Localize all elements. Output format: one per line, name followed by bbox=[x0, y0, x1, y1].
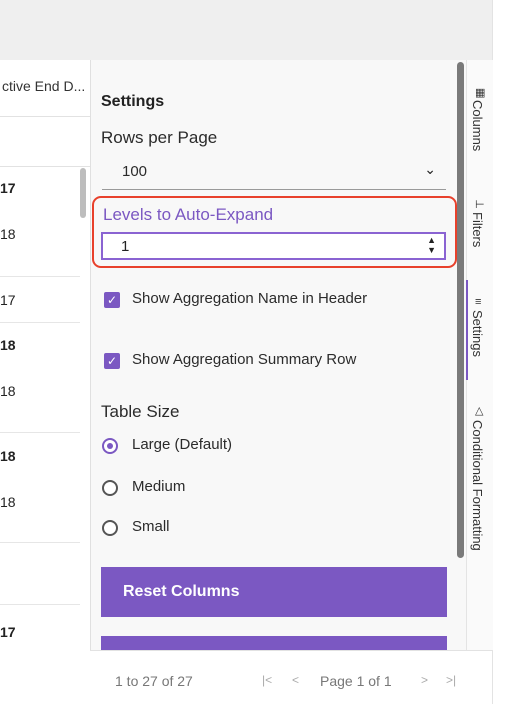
radio-icon[interactable] bbox=[102, 480, 118, 496]
grid-cell: 18 bbox=[0, 448, 16, 464]
tab-columns[interactable]: Columns bbox=[470, 100, 485, 151]
grid-cell: 17 bbox=[0, 180, 16, 196]
grid-cell: 18 bbox=[0, 383, 16, 399]
grid-cell: 18 bbox=[0, 337, 16, 353]
table-size-label: Table Size bbox=[101, 402, 180, 421]
grid-cell: 17 bbox=[0, 624, 16, 640]
settings-title: Settings bbox=[101, 93, 165, 110]
checkbox-checked-icon[interactable]: ✓ bbox=[104, 353, 120, 369]
levels-value: 1 bbox=[121, 238, 130, 255]
reset-columns-button[interactable]: Reset Columns bbox=[101, 567, 447, 617]
top-toolbar bbox=[0, 0, 492, 61]
page-indicator: Page 1 of 1 bbox=[320, 673, 392, 689]
row-divider bbox=[0, 432, 80, 433]
row-divider bbox=[0, 276, 80, 277]
last-page-icon[interactable]: >| bbox=[446, 673, 456, 687]
row-divider bbox=[0, 322, 80, 323]
number-stepper-icon[interactable]: ▲ ▼ bbox=[427, 235, 436, 255]
show-aggregation-summary-label: Show Aggregation Summary Row bbox=[132, 351, 357, 368]
tab-conditional-formatting[interactable]: Conditional Formatting bbox=[470, 420, 485, 551]
conditional-formatting-icon: △ bbox=[475, 405, 484, 417]
rows-per-page-select[interactable]: 100 ⌄ bbox=[102, 155, 446, 190]
panel-scrollbar[interactable] bbox=[457, 62, 464, 558]
column-filter-row bbox=[0, 116, 90, 167]
grid-cell: 17 bbox=[0, 292, 16, 308]
grid-cell: 18 bbox=[0, 226, 16, 242]
show-aggregation-name-label: Show Aggregation Name in Header bbox=[132, 290, 368, 307]
row-count: 1 to 27 of 27 bbox=[115, 673, 193, 689]
chevron-down-icon: ⌄ bbox=[424, 161, 436, 177]
table-size-medium-label: Medium bbox=[132, 478, 186, 495]
tab-settings[interactable]: Settings bbox=[470, 310, 485, 357]
radio-icon[interactable] bbox=[102, 520, 118, 536]
levels-to-auto-expand-input[interactable]: 1 ▲ ▼ bbox=[101, 232, 446, 260]
grid-cell: 18 bbox=[0, 494, 16, 510]
next-page-icon[interactable]: > bbox=[421, 673, 428, 687]
active-tab-indicator bbox=[466, 280, 468, 380]
column-header-label: ctive End D... bbox=[2, 78, 86, 94]
settings-icon: ≡ bbox=[475, 296, 482, 308]
row-divider bbox=[0, 604, 80, 605]
row-divider bbox=[0, 542, 80, 543]
column-header[interactable]: ctive End D... bbox=[0, 60, 90, 117]
tab-filters[interactable]: Filters bbox=[470, 212, 485, 247]
columns-icon: ▦ bbox=[475, 87, 486, 99]
secondary-button[interactable] bbox=[101, 636, 447, 650]
first-page-icon[interactable]: |< bbox=[262, 673, 272, 687]
rows-per-page-value: 100 bbox=[122, 163, 148, 180]
data-grid: ctive End D... bbox=[0, 60, 90, 650]
radio-selected-icon[interactable] bbox=[102, 438, 118, 454]
rows-per-page-label: Rows per Page bbox=[101, 128, 218, 147]
previous-page-icon[interactable]: < bbox=[292, 673, 299, 687]
levels-to-auto-expand-label: Levels to Auto-Expand bbox=[103, 205, 274, 224]
table-size-large-label: Large (Default) bbox=[132, 436, 233, 453]
grid-scrollbar[interactable] bbox=[80, 168, 86, 218]
filter-icon: ⊢ bbox=[475, 199, 485, 211]
checkbox-checked-icon[interactable]: ✓ bbox=[104, 292, 120, 308]
table-size-small-label: Small bbox=[132, 518, 170, 535]
